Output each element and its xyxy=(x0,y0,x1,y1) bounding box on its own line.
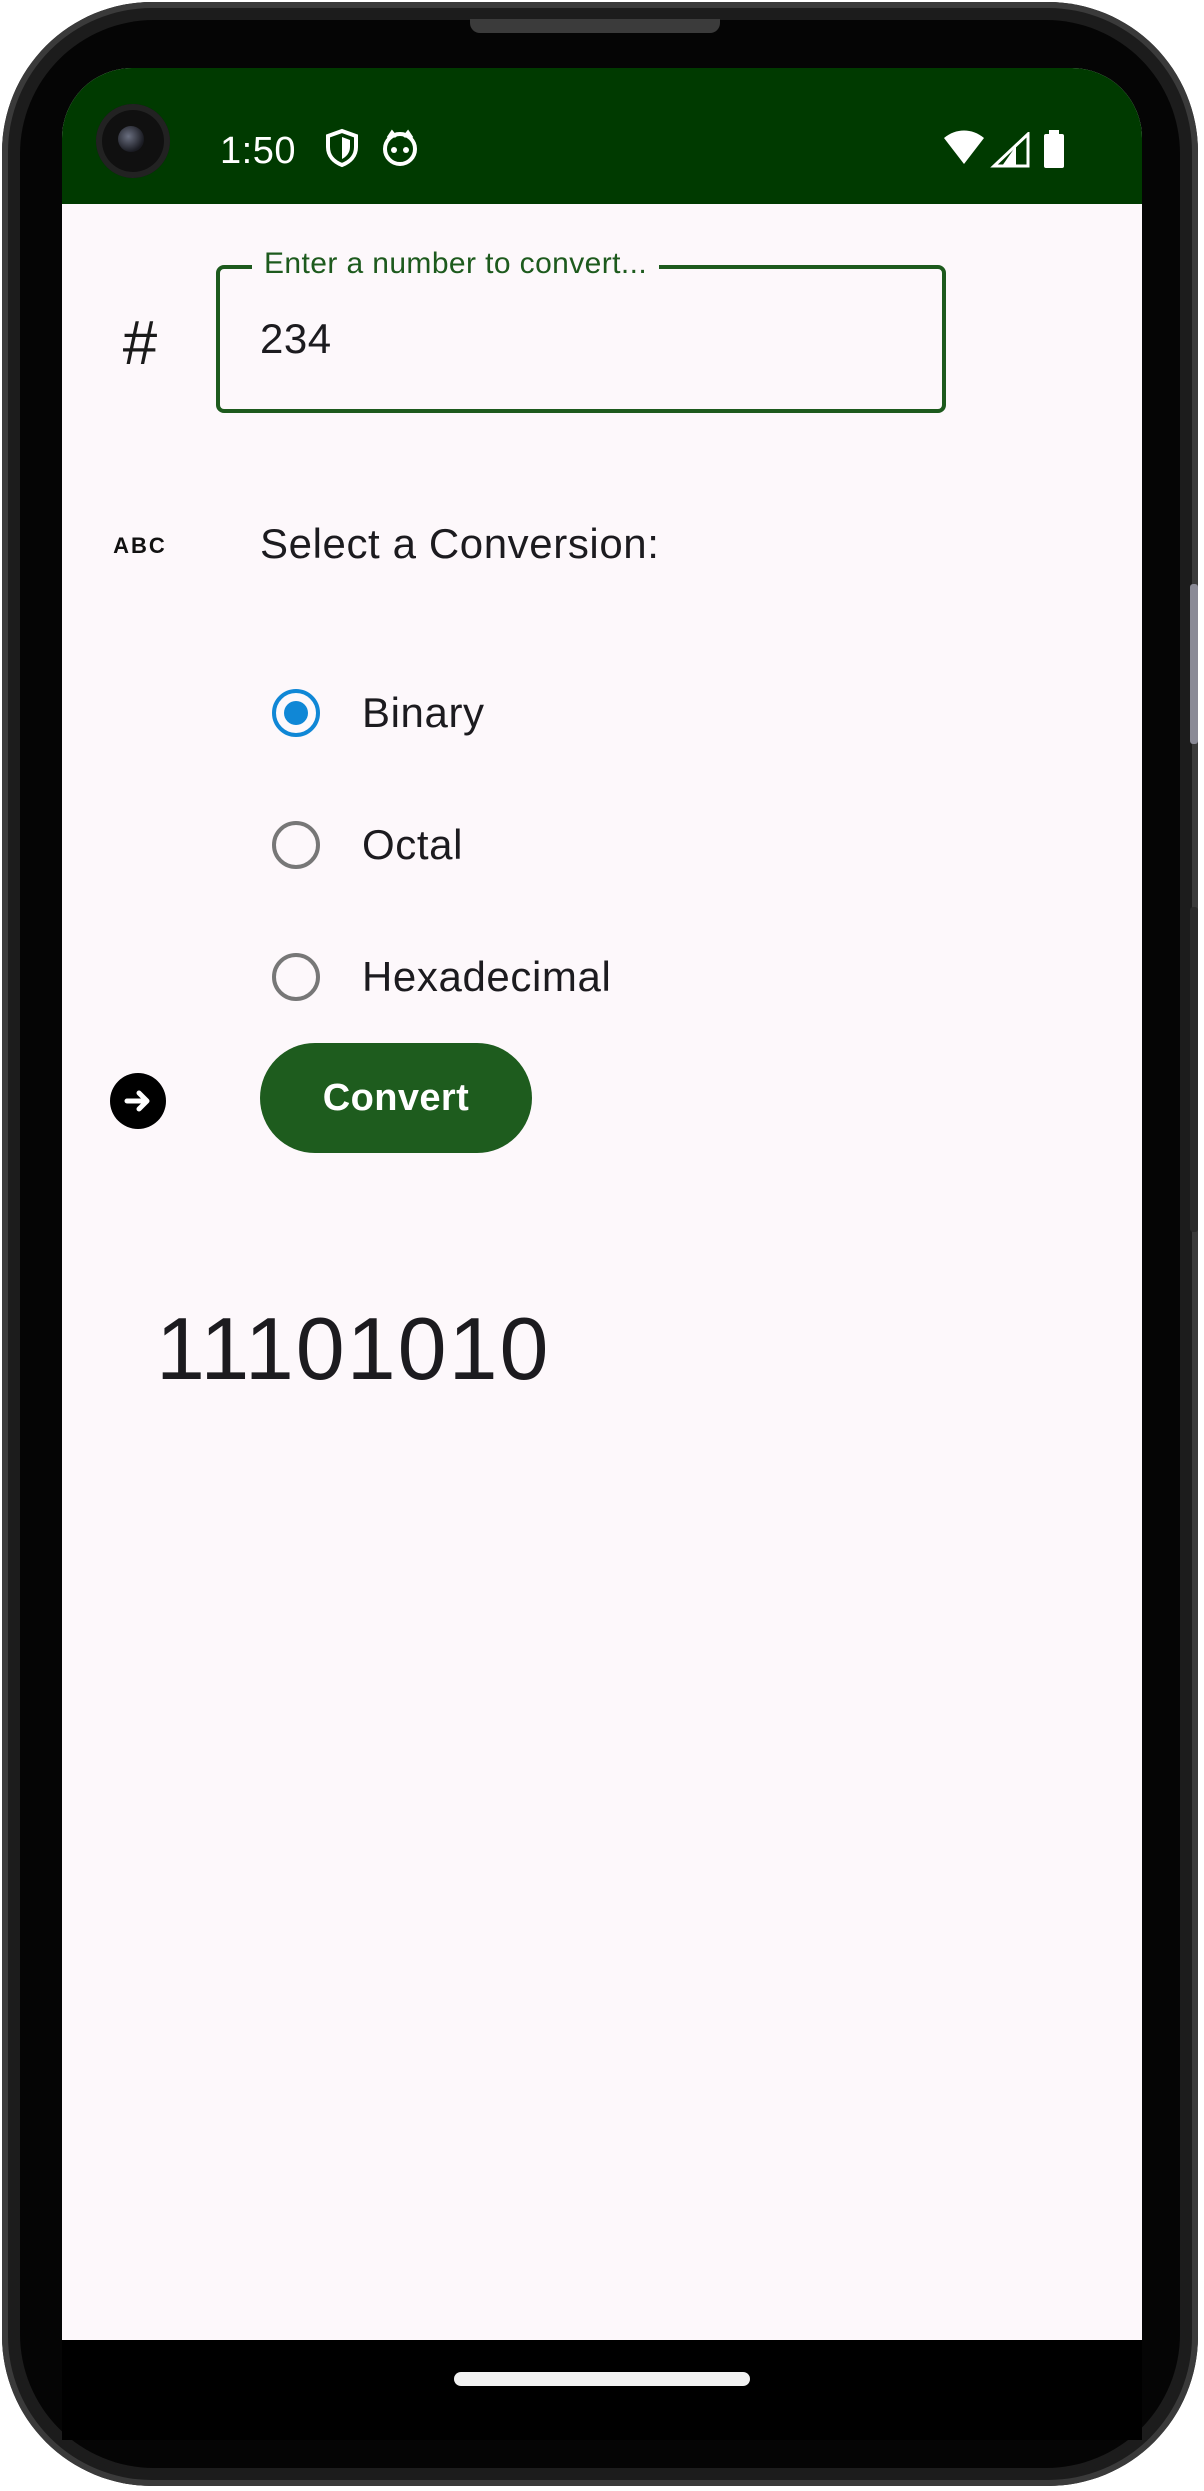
shield-icon xyxy=(324,128,360,173)
earpiece-speaker xyxy=(470,19,720,33)
text-format-icon: ABC xyxy=(113,533,167,558)
conversion-heading: Select a Conversion: xyxy=(260,520,660,567)
status-time: 1:50 xyxy=(220,130,296,172)
radio-button[interactable] xyxy=(272,821,320,869)
app-notification-icon xyxy=(380,128,420,173)
radio-button-selected[interactable] xyxy=(272,689,320,737)
radio-button[interactable] xyxy=(272,953,320,1001)
navigation-bar xyxy=(62,2340,1142,2440)
radio-label-octal: Octal xyxy=(362,821,464,868)
battery-icon xyxy=(1042,130,1066,173)
status-bar: 1:50 xyxy=(62,68,1142,204)
app-screen: 1:50 # Enter a number to convert... 234 … xyxy=(62,68,1142,2340)
number-input-field[interactable]: Enter a number to convert... 234 xyxy=(216,247,946,413)
radio-octal[interactable]: Octal xyxy=(272,810,463,880)
number-icon: # xyxy=(122,309,158,378)
home-gesture-handle[interactable] xyxy=(454,2372,750,2386)
signal-icon xyxy=(990,130,1030,173)
radio-label-hexadecimal: Hexadecimal xyxy=(362,953,612,1000)
wifi-icon xyxy=(942,130,986,171)
radio-binary[interactable]: Binary xyxy=(272,678,485,748)
volume-button xyxy=(1190,584,1198,744)
radio-hexadecimal[interactable]: Hexadecimal xyxy=(272,942,611,1012)
power-button xyxy=(1190,907,1198,1232)
radio-label-binary: Binary xyxy=(362,689,485,736)
arrow-right-circle-icon xyxy=(110,1073,166,1129)
convert-button[interactable]: Convert xyxy=(260,1043,532,1153)
number-input-label: Enter a number to convert... xyxy=(252,247,660,281)
number-input[interactable]: 234 xyxy=(260,315,332,363)
front-camera xyxy=(96,104,170,178)
conversion-result: 11101010 xyxy=(156,1299,551,1398)
